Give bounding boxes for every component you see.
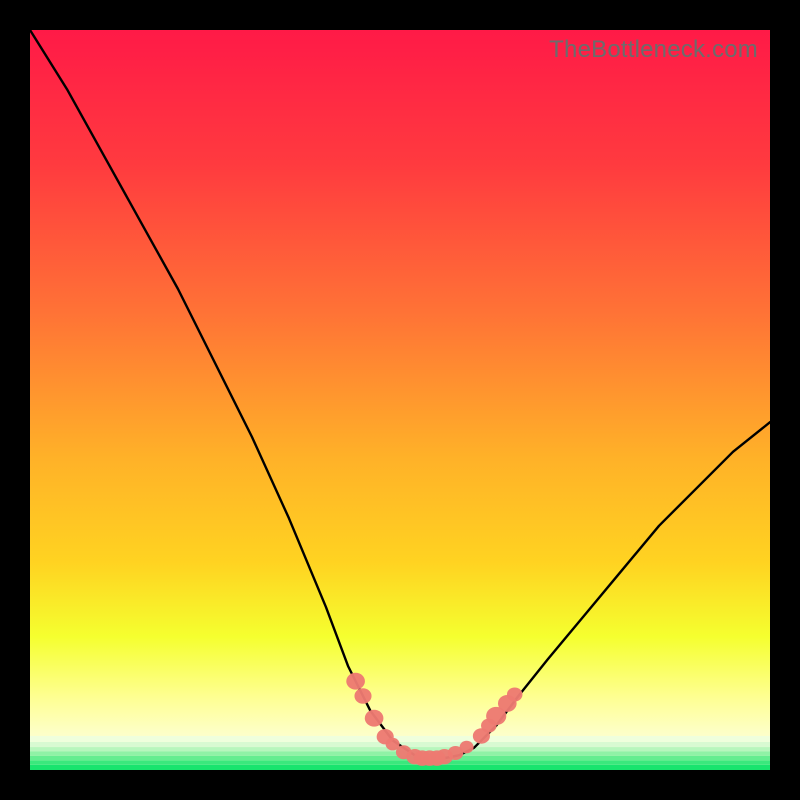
watermark-text: TheBottleneck.com bbox=[549, 36, 758, 64]
chart-frame: TheBottleneck.com bbox=[0, 0, 800, 800]
bottleneck-chart bbox=[30, 30, 770, 770]
plot-area: TheBottleneck.com bbox=[30, 30, 770, 770]
